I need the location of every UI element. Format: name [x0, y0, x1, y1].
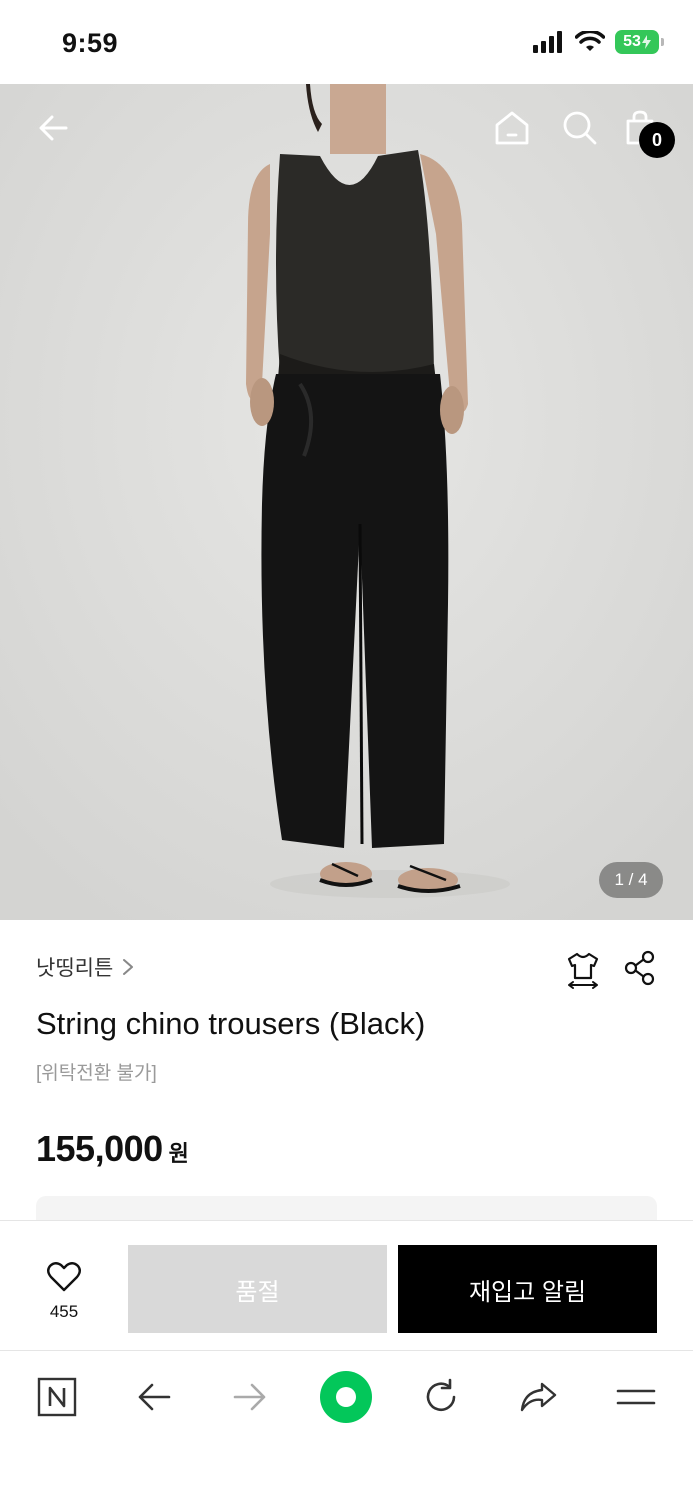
browser-share-button[interactable]: [510, 1369, 566, 1425]
browser-toolbar: [0, 1350, 693, 1500]
size-guide-icon[interactable]: [565, 950, 601, 990]
signal-icon: [533, 31, 562, 53]
price-row: 155,000 원: [36, 1128, 189, 1170]
wifi-icon: [575, 31, 605, 51]
refresh-button[interactable]: [413, 1369, 469, 1425]
status-time: 9:59: [62, 28, 119, 58]
back-button[interactable]: [30, 104, 78, 152]
product-photo: [0, 84, 693, 920]
price-currency: 원: [168, 1141, 189, 1166]
naver-n-icon: [37, 1377, 77, 1417]
wishlist-count: 455: [49, 1302, 79, 1321]
product-header: 0: [0, 84, 693, 174]
menu-icon: [616, 1389, 656, 1405]
status-bar: 9:59 53: [0, 0, 693, 84]
browser-forward-button[interactable]: [222, 1369, 278, 1425]
naver-home-button[interactable]: [29, 1369, 85, 1425]
wishlist-button[interactable]: 455: [36, 1261, 92, 1322]
share-arrow-icon: [520, 1382, 557, 1412]
back-arrow-icon: [39, 115, 68, 141]
product-title: String chino trousers (Black): [36, 1006, 426, 1041]
heart-icon: [47, 1262, 81, 1292]
product-note: [위탁전환 불가]: [36, 1063, 157, 1084]
soldout-button[interactable]: 품절: [128, 1245, 387, 1333]
battery-level: 53: [623, 33, 641, 50]
chevron-right-icon: [123, 959, 134, 975]
green-dot-button[interactable]: [318, 1369, 374, 1425]
forward-arrow-icon: [233, 1383, 266, 1411]
image-page-indicator: 1 / 4: [599, 862, 663, 898]
product-price: 155,000: [36, 1128, 163, 1169]
green-dot-icon: [320, 1371, 372, 1423]
product-image-carousel[interactable]: 0 1 / 4: [0, 84, 693, 920]
search-icon: [563, 111, 597, 145]
search-button[interactable]: [556, 104, 604, 152]
cart-count-badge: 0: [639, 122, 675, 158]
brand-link[interactable]: 낫띵리튼: [36, 952, 135, 982]
battery-icon: 53: [615, 30, 664, 54]
product-tools: [565, 950, 657, 990]
back-arrow-icon: [138, 1383, 171, 1411]
purchase-action-bar: 455 품절 재입고 알림: [0, 1220, 693, 1350]
menu-button[interactable]: [608, 1369, 664, 1425]
browser-back-button[interactable]: [126, 1369, 182, 1425]
brand-name: 낫띵리튼: [36, 957, 114, 980]
home-button[interactable]: [488, 104, 536, 152]
status-icons: 53: [533, 30, 664, 54]
share-icon[interactable]: [623, 950, 657, 986]
restock-alert-button[interactable]: 재입고 알림: [398, 1245, 657, 1333]
home-icon: [495, 111, 529, 145]
refresh-icon: [426, 1378, 456, 1412]
